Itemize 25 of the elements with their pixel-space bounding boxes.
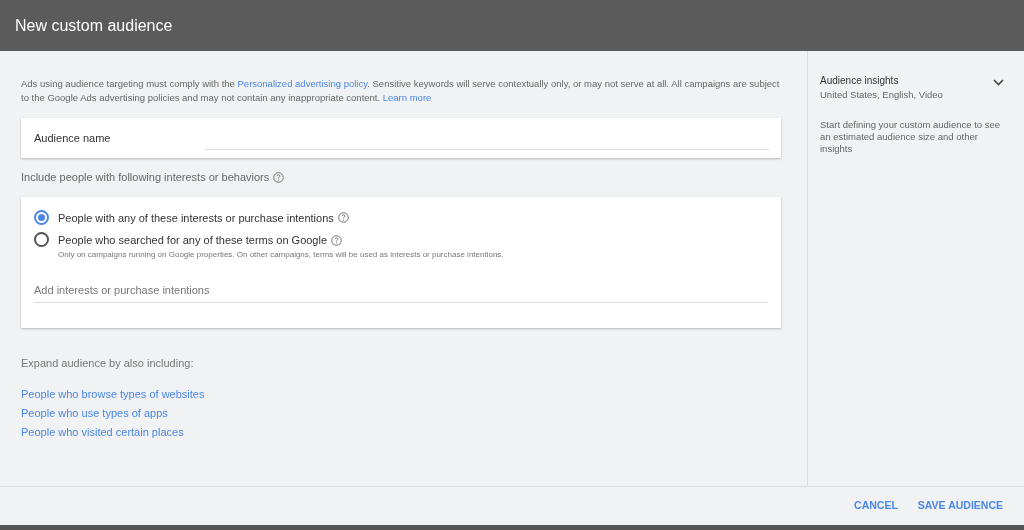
help-icon[interactable] [331, 234, 343, 246]
insights-toggle[interactable]: Audience insights United States, English, Video [820, 73, 1004, 103]
help-icon[interactable] [337, 212, 349, 224]
insights-description: Start defining your custom audience to see an estimated audience size and other insights [820, 119, 1002, 156]
dialog-title: New custom audience [15, 15, 173, 36]
dialog-button[interactable]: SAVE AUDIENCE [916, 498, 1004, 514]
option-label: People with any of these interests or purchase intentions [58, 210, 334, 226]
dialog-button[interactable]: CANCEL [853, 498, 899, 514]
policy-notice: Ads using audience targeting must comply with the Personalized advertising policy. Sensitive keywords will serve contextually only, or may not serve at all. All campaigns are subject to the Google Ads advertising policies and may not contain any inappropriate content. Learn more [21, 77, 781, 105]
expand-link[interactable]: People who visited certain places [21, 425, 184, 439]
help-icon[interactable] [273, 171, 285, 183]
radio-button[interactable] [34, 232, 49, 247]
expand-link[interactable]: People who browse types of websites [21, 387, 205, 401]
chevron-icon[interactable] [993, 79, 1004, 86]
option-label: People who searched for any of these terms on Google [58, 233, 328, 248]
include-heading: Include people with following interests or behaviors [21, 170, 270, 185]
radio-button[interactable] [34, 209, 49, 225]
expand-link[interactable]: People who use types of apps [21, 406, 168, 420]
interests-field[interactable]: Add interests or purchase intentions [34, 278, 768, 303]
insights-title: Audience insights [820, 74, 900, 88]
audience-name-label: Audience name [34, 130, 112, 146]
policy-link[interactable]: Learn more [382, 92, 432, 103]
insights-subtitle: United States, English, Video [820, 88, 943, 102]
option-hint: Only on campaigns running on Google properties. On other campaigns, terms will be used as interests or purchase intentions. [58, 248, 504, 261]
expand-heading: Expand audience by also including: [21, 355, 195, 371]
